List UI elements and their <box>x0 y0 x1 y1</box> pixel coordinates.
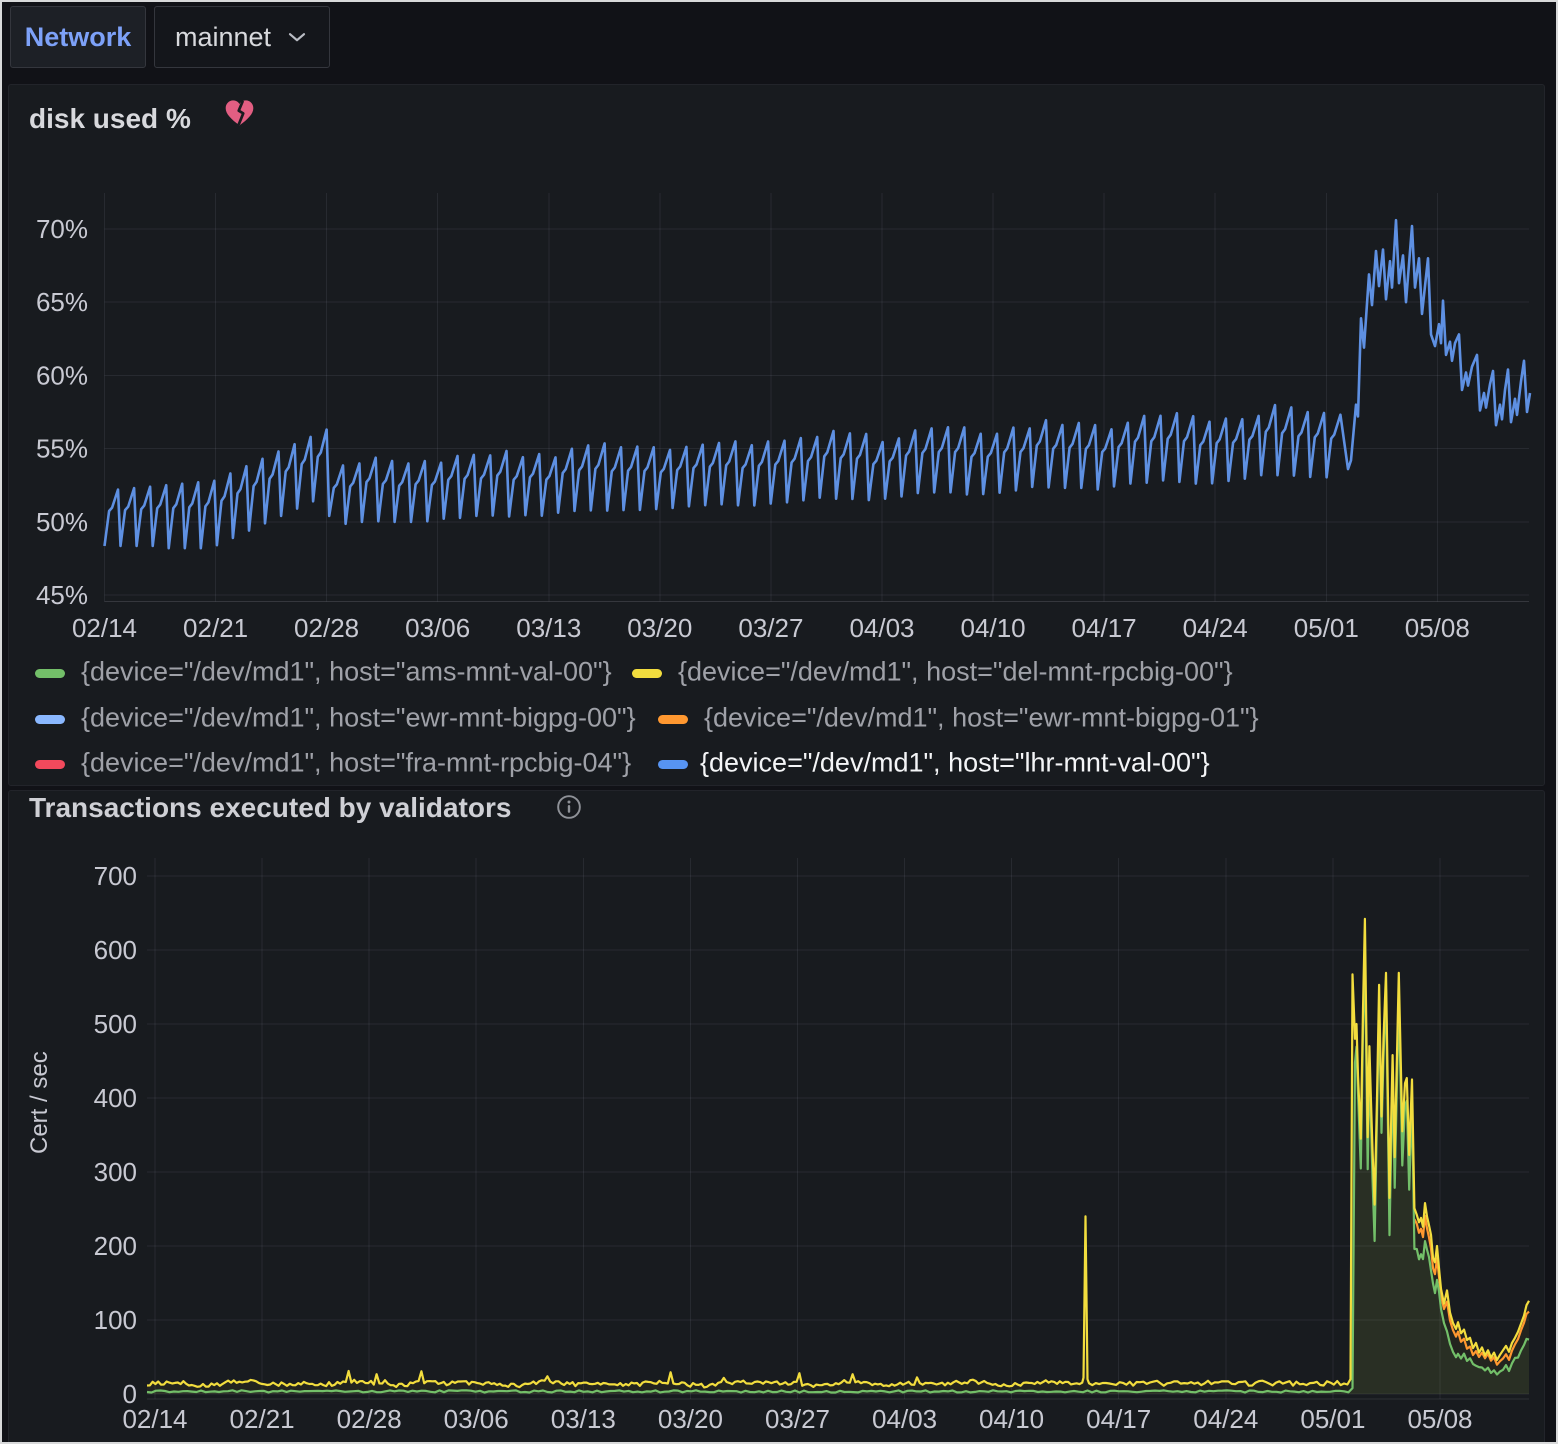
svg-text:03/13: 03/13 <box>516 613 581 643</box>
svg-text:700: 700 <box>94 861 137 891</box>
svg-text:05/01: 05/01 <box>1300 1404 1365 1434</box>
svg-text:400: 400 <box>94 1083 137 1113</box>
svg-text:05/01: 05/01 <box>1294 613 1359 643</box>
svg-text:300: 300 <box>94 1157 137 1187</box>
svg-text:05/08: 05/08 <box>1405 613 1470 643</box>
svg-text:04/03: 04/03 <box>849 613 914 643</box>
svg-text:55%: 55% <box>36 434 88 464</box>
svg-text:50%: 50% <box>36 507 88 537</box>
svg-text:04/17: 04/17 <box>1072 613 1137 643</box>
svg-text:03/20: 03/20 <box>627 613 692 643</box>
svg-text:60%: 60% <box>36 360 88 390</box>
svg-text:02/21: 02/21 <box>183 613 248 643</box>
svg-text:100: 100 <box>94 1305 137 1335</box>
svg-text:200: 200 <box>94 1231 137 1261</box>
svg-text:02/28: 02/28 <box>337 1404 402 1434</box>
svg-text:02/21: 02/21 <box>230 1404 295 1434</box>
svg-text:03/27: 03/27 <box>738 613 803 643</box>
svg-text:03/06: 03/06 <box>405 613 470 643</box>
svg-text:02/28: 02/28 <box>294 613 359 643</box>
svg-text:03/13: 03/13 <box>551 1404 616 1434</box>
svg-text:65%: 65% <box>36 287 88 317</box>
svg-text:04/03: 04/03 <box>872 1404 937 1434</box>
svg-text:500: 500 <box>94 1009 137 1039</box>
svg-text:04/24: 04/24 <box>1193 1404 1258 1434</box>
svg-text:04/24: 04/24 <box>1183 613 1248 643</box>
svg-text:600: 600 <box>94 935 137 965</box>
svg-text:02/14: 02/14 <box>122 1404 187 1434</box>
svg-text:70%: 70% <box>36 214 88 244</box>
svg-text:03/27: 03/27 <box>765 1404 830 1434</box>
svg-text:02/14: 02/14 <box>72 613 137 643</box>
svg-text:04/10: 04/10 <box>961 613 1026 643</box>
svg-text:03/20: 03/20 <box>658 1404 723 1434</box>
svg-text:45%: 45% <box>36 580 88 610</box>
svg-text:04/10: 04/10 <box>979 1404 1044 1434</box>
svg-text:04/17: 04/17 <box>1086 1404 1151 1434</box>
svg-text:05/08: 05/08 <box>1407 1404 1472 1434</box>
svg-text:03/06: 03/06 <box>444 1404 509 1434</box>
